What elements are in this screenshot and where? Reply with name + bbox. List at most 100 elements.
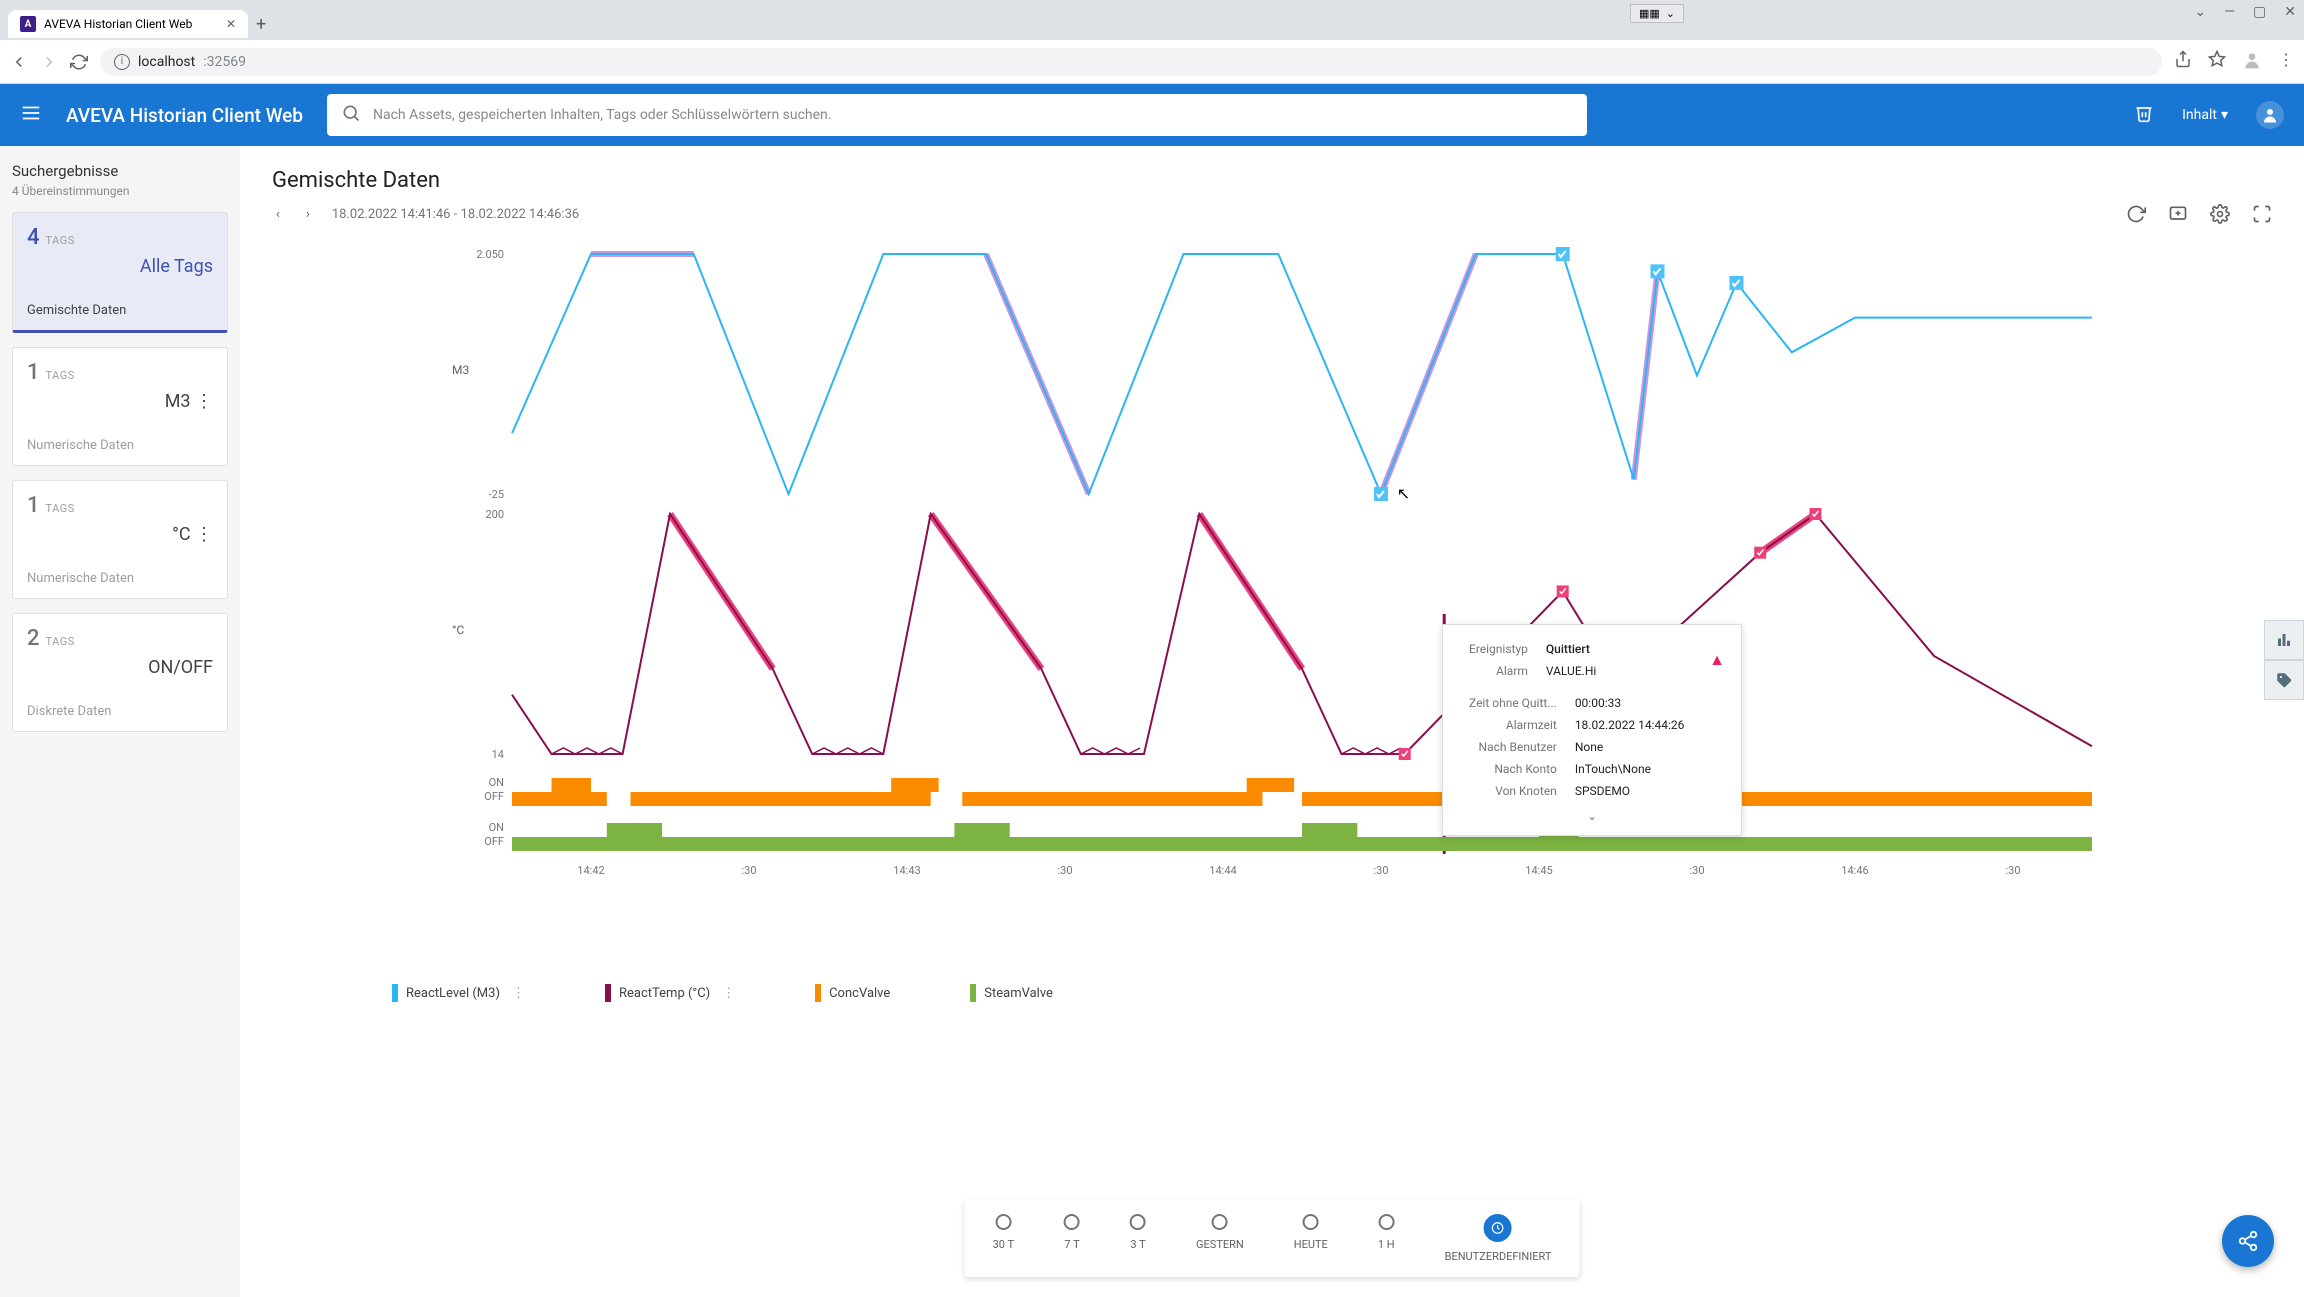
alarm-triangle-icon: ▲: [1709, 650, 1725, 670]
svg-text:OFF: OFF: [484, 835, 504, 848]
card-count: 4: [27, 225, 40, 250]
browser-menu-icon[interactable]: ⋮: [2278, 50, 2294, 74]
legend-swatch: [392, 984, 398, 1002]
legend-item[interactable]: ConcValve: [815, 984, 890, 1002]
add-comment-icon[interactable]: [2168, 204, 2188, 228]
range-radio-icon: [1064, 1214, 1080, 1230]
range-option[interactable]: 7 T: [1064, 1214, 1080, 1263]
url-host: localhost: [138, 54, 195, 70]
svg-text:ON: ON: [489, 821, 504, 834]
settings-icon[interactable]: [2210, 204, 2230, 228]
app-title: AVEVA Historian Client Web: [66, 104, 303, 127]
search-box[interactable]: [327, 94, 1587, 136]
alarm-tooltip: EreignistypQuittiert AlarmVALUE.Hi ▲ Zei…: [1442, 624, 1742, 836]
range-option[interactable]: BENUTZERDEFINIERT: [1445, 1214, 1552, 1263]
edge-tab-tag-icon[interactable]: [2264, 660, 2304, 700]
close-window-icon[interactable]: ✕: [2284, 4, 2296, 20]
svg-text::30: :30: [741, 864, 756, 877]
time-range-text: 18.02.2022 14:41:46 - 18.02.2022 14:46:3…: [332, 207, 579, 222]
url-field[interactable]: i localhost :32569: [100, 48, 2162, 76]
svg-text:14:43: 14:43: [893, 864, 920, 877]
search-input[interactable]: [373, 107, 1573, 123]
hamburger-menu-icon[interactable]: [20, 102, 42, 128]
svg-text:2.050: 2.050: [476, 248, 504, 261]
reload-button[interactable]: [70, 53, 88, 71]
svg-text:14:45: 14:45: [1525, 864, 1552, 877]
card-chip: Gemischte Daten: [27, 303, 213, 318]
chrome-dropdown-icon[interactable]: ⌄: [2194, 4, 2206, 20]
range-radio-icon: [1378, 1214, 1394, 1230]
range-option[interactable]: 1 H: [1378, 1214, 1395, 1263]
range-radio-icon: [1212, 1214, 1228, 1230]
profile-icon[interactable]: [2242, 50, 2262, 74]
new-tab-button[interactable]: +: [256, 14, 266, 35]
time-next-button[interactable]: ›: [302, 203, 314, 226]
bookmark-icon[interactable]: [2208, 50, 2226, 74]
sidebar-subheading: 4 Übereinstimmungen: [12, 184, 228, 198]
range-option[interactable]: 3 T: [1130, 1214, 1146, 1263]
svg-text::30: :30: [1373, 864, 1388, 877]
chevron-down-icon: ▾: [2221, 107, 2228, 123]
range-option[interactable]: HEUTE: [1294, 1214, 1328, 1263]
main-content: Gemischte Daten ‹ › 18.02.2022 14:41:46 …: [240, 146, 2304, 1297]
close-tab-icon[interactable]: ✕: [226, 17, 236, 31]
page-title: Gemischte Daten: [272, 168, 2272, 193]
trend-chart[interactable]: -252.050M314200°CONOFFONOFF14:42:3014:43…: [272, 234, 2272, 974]
tooltip-expand-icon[interactable]: ⌄: [1459, 809, 1725, 823]
share-fab[interactable]: [2222, 1215, 2274, 1267]
delete-icon[interactable]: [2134, 103, 2154, 127]
sidebar-card-all-tags[interactable]: 4TAGS Alle Tags Gemischte Daten: [12, 212, 228, 333]
chart-legend: ReactLevel (M3)⋮ ReactTemp (°C)⋮ ConcValve…: [272, 974, 2272, 1002]
share-page-icon[interactable]: [2174, 50, 2192, 74]
svg-text::30: :30: [1057, 864, 1072, 877]
legend-swatch: [815, 984, 821, 1002]
card-label: Alle Tags: [27, 256, 213, 277]
svg-text:↖: ↖: [1397, 484, 1410, 503]
range-radio-icon: [1303, 1214, 1319, 1230]
account-icon[interactable]: [2256, 101, 2284, 129]
svg-text:ON: ON: [489, 776, 504, 789]
minimize-icon[interactable]: —: [2224, 4, 2235, 20]
range-radio-icon: [995, 1214, 1011, 1230]
sidebar-heading: Suchergebnisse: [12, 162, 228, 180]
legend-item[interactable]: ReactTemp (°C)⋮: [605, 984, 735, 1002]
site-info-icon[interactable]: i: [114, 54, 130, 70]
svg-text:14: 14: [492, 748, 504, 761]
tab-title: AVEVA Historian Client Web: [44, 17, 192, 31]
back-button[interactable]: [10, 53, 28, 71]
time-prev-button[interactable]: ‹: [272, 203, 284, 226]
maximize-icon[interactable]: ▢: [2253, 4, 2266, 20]
fullscreen-icon[interactable]: [2252, 204, 2272, 228]
svg-text::30: :30: [2005, 864, 2020, 877]
range-radio-icon: [1484, 1214, 1512, 1242]
edge-tab-bars-icon[interactable]: [2264, 620, 2304, 660]
browser-tab[interactable]: A AVEVA Historian Client Web ✕: [8, 10, 248, 38]
svg-text:14:44: 14:44: [1209, 864, 1236, 877]
legend-swatch: [970, 984, 976, 1002]
svg-text:200: 200: [485, 508, 504, 521]
extension-widget[interactable]: ▦▦⌄: [1630, 4, 1684, 23]
range-option[interactable]: 30 T: [993, 1214, 1014, 1263]
refresh-chart-icon[interactable]: [2126, 204, 2146, 228]
legend-menu-icon[interactable]: ⋮: [722, 986, 735, 1001]
sidebar-card-onoff[interactable]: 2TAGS ON/OFF Diskrete Daten: [12, 613, 228, 732]
sidebar: Suchergebnisse 4 Übereinstimmungen 4TAGS…: [0, 146, 240, 1297]
legend-item[interactable]: SteamValve: [970, 984, 1053, 1002]
legend-item[interactable]: ReactLevel (M3)⋮: [392, 984, 525, 1002]
range-option[interactable]: GESTERN: [1196, 1214, 1244, 1263]
sidebar-card-m3[interactable]: 1TAGS M3 ⋮ Numerische Daten: [12, 347, 228, 466]
forward-button[interactable]: [40, 53, 58, 71]
svg-text:°C: °C: [452, 623, 464, 637]
svg-text:M3: M3: [452, 363, 469, 377]
svg-text:14:46: 14:46: [1841, 864, 1868, 877]
content-dropdown[interactable]: Inhalt ▾: [2182, 107, 2228, 123]
search-icon: [341, 103, 361, 127]
chart-area[interactable]: -252.050M314200°CONOFFONOFF14:42:3014:43…: [272, 234, 2272, 974]
svg-text:-25: -25: [489, 488, 504, 501]
time-range-picker: 30 T 7 T 3 T GESTERN HEUTE 1 H BENUTZERDEFINIE…: [965, 1200, 1580, 1277]
svg-text:14:42: 14:42: [577, 864, 604, 877]
range-radio-icon: [1130, 1214, 1146, 1230]
sidebar-card-celsius[interactable]: 1TAGS °C ⋮ Numerische Daten: [12, 480, 228, 599]
legend-menu-icon[interactable]: ⋮: [512, 986, 525, 1001]
url-port: :32569: [203, 54, 246, 70]
